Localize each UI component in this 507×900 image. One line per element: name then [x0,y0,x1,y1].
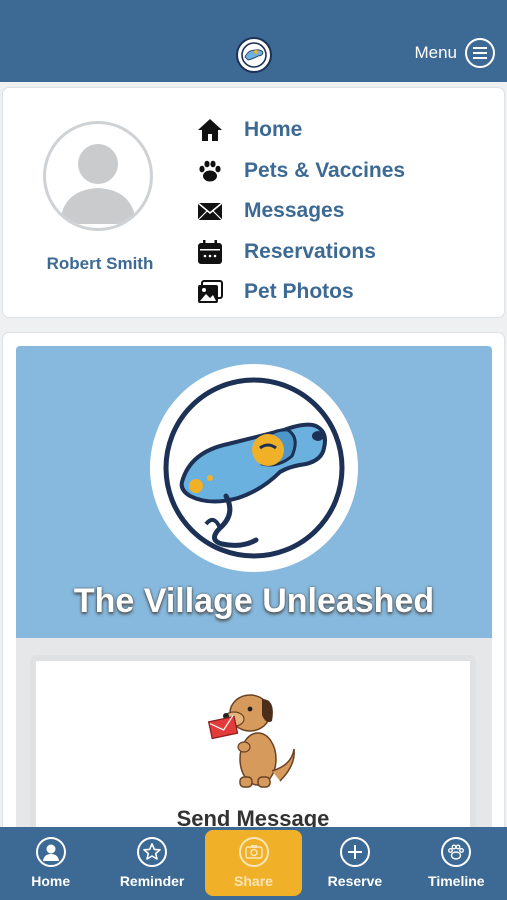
tab-label: Home [31,873,71,889]
dog-logo-icon [150,364,358,572]
tab-label: Reserve [327,873,383,889]
hamburger-icon [465,38,495,68]
avatar[interactable] [43,121,153,231]
envelope-icon [196,197,228,225]
calendar-icon [196,238,228,266]
nav-item-reservations[interactable]: Reservations [196,232,405,273]
plus-icon [339,837,370,867]
nav-item-pet-photos[interactable]: Pet Photos [196,272,405,313]
tab-label: Share [234,873,273,889]
user-icon [35,837,66,867]
bottom-tab-bar: Home Reminder Share Reserve Timeline [0,827,507,900]
photos-icon [196,278,228,306]
top-bar: Menu [0,0,507,82]
tab-reminder[interactable]: Reminder [101,827,202,900]
nav-label: Reservations [244,239,376,263]
paw-icon [196,157,228,185]
home-icon [196,116,228,144]
user-name: Robert Smith [46,254,154,273]
paw-icon [441,837,472,867]
tab-home[interactable]: Home [0,827,101,900]
hero-banner: The Village Unleashed [16,346,492,638]
nav-item-messages[interactable]: Messages [196,191,405,232]
profile-card: Robert Smith Home Pets & Vaccines Messag… [3,88,504,317]
tab-share[interactable]: Share [203,827,304,900]
tab-label: Timeline [428,873,485,889]
hero-title: The Village Unleashed [73,582,435,620]
nav-label: Pets & Vaccines [244,158,406,182]
nav-label: Home [244,118,303,142]
camera-icon [238,837,269,867]
nav-label: Messages [244,199,345,223]
app-logo-icon[interactable] [236,37,272,73]
menu-button[interactable]: Menu [414,36,495,70]
tab-timeline[interactable]: Timeline [406,827,507,900]
tab-label: Reminder [119,873,185,889]
quick-nav: Home Pets & Vaccines Messages Reservatio… [196,110,405,313]
nav-item-home[interactable]: Home [196,110,405,151]
tab-reserve[interactable]: Reserve [304,827,405,900]
dog-letter-icon [206,685,302,795]
nav-item-pets-vaccines[interactable]: Pets & Vaccines [196,151,405,192]
nav-label: Pet Photos [244,280,354,304]
menu-label: Menu [414,43,457,62]
star-icon [137,837,168,867]
